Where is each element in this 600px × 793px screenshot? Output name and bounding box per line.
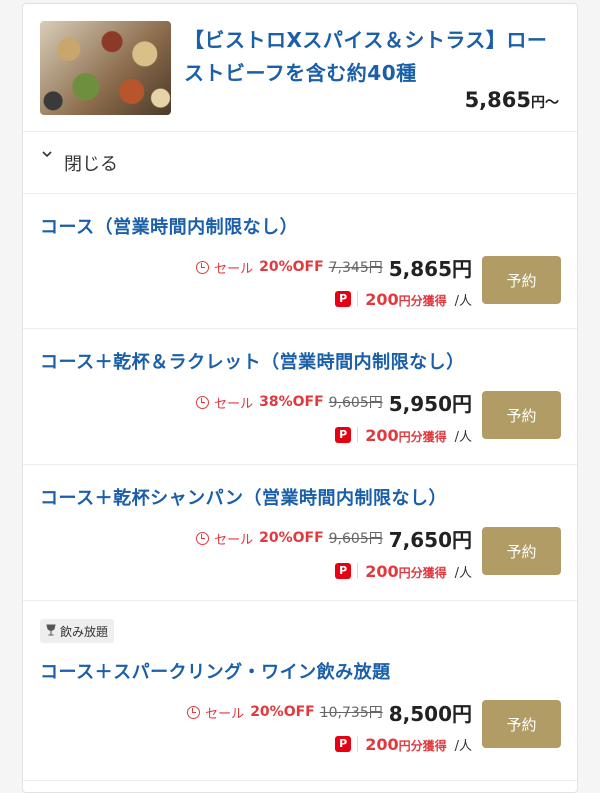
course-name[interactable]: コース＋乾杯＆ラクレット（営業時間内制限なし） xyxy=(40,348,465,374)
original-price: 7,345円 xyxy=(328,260,383,276)
price-line: セール 20%OFF 10,735円 8,500円 xyxy=(187,700,472,726)
points-reward: 200円分獲得 xyxy=(365,426,446,445)
points-unit: 円分獲得 xyxy=(398,429,447,444)
collapse-toggle[interactable]: 閉じる xyxy=(23,132,577,194)
paypay-icon: P xyxy=(335,563,352,579)
points-line: P 200円分獲得 /人 xyxy=(335,733,472,755)
chevron-down-icon xyxy=(41,148,53,164)
points-unit: 円分獲得 xyxy=(398,738,447,753)
per-person: /人 xyxy=(454,738,472,754)
course-name[interactable]: コース＋乾杯シャンパン（営業時間内制限なし） xyxy=(40,484,447,510)
divider xyxy=(357,427,359,443)
course-item: 飲み放題 コース＋スパークリング・ワイン飲み放題 セール 20%OFF 10,7… xyxy=(23,601,577,781)
original-price: 10,735円 xyxy=(319,705,383,721)
price-line: セール 38%OFF 9,605円 5,950円 xyxy=(196,390,472,416)
sale-label: セール xyxy=(214,396,254,412)
course-item: コース（営業時間内制限なし） セール 20%OFF 7,345円 5,865円 … xyxy=(23,194,577,329)
reserve-button[interactable]: 予約 xyxy=(482,256,561,304)
course-name[interactable]: コース（営業時間内制限なし） xyxy=(40,213,298,239)
divider xyxy=(357,736,359,752)
paypay-icon: P xyxy=(335,427,352,443)
clock-icon xyxy=(196,395,210,409)
sale-label: セール xyxy=(214,261,254,277)
discount-badge: 38%OFF xyxy=(259,394,324,410)
collapse-label: 閉じる xyxy=(64,154,118,175)
plan-price-suffix: 円〜 xyxy=(531,95,559,111)
points-value: 200 xyxy=(365,289,399,309)
discount-badge: 20%OFF xyxy=(250,704,315,720)
paypay-icon: P xyxy=(335,291,352,307)
original-price: 9,605円 xyxy=(328,395,383,411)
paypay-icon: P xyxy=(335,736,352,752)
sale-price: 5,865円 xyxy=(388,256,472,281)
points-value: 200 xyxy=(365,561,399,581)
wine-glass-icon xyxy=(46,624,56,639)
course-item: コース＋乾杯シャンパン（営業時間内制限なし） セール 20%OFF 9,605円… xyxy=(23,465,577,601)
sale-price: 8,500円 xyxy=(388,701,472,726)
points-reward: 200円分獲得 xyxy=(365,562,446,581)
price-line: セール 20%OFF 7,345円 5,865円 xyxy=(196,255,472,281)
points-line: P 200円分獲得 /人 xyxy=(335,288,472,310)
plan-card: 【ビストロXスパイス＆シトラス】ローストビーフを含む約40種 5,865円〜 閉… xyxy=(22,3,578,793)
points-value: 200 xyxy=(365,425,399,445)
clock-icon xyxy=(196,531,210,545)
points-line: P 200円分獲得 /人 xyxy=(335,424,472,446)
clock-icon xyxy=(196,260,210,274)
all-you-can-drink-tag: 飲み放題 xyxy=(40,619,115,643)
sale-price: 5,950円 xyxy=(388,391,472,416)
plan-price-value: 5,865 xyxy=(464,88,531,112)
points-line: P 200円分獲得 /人 xyxy=(335,560,472,582)
course-item: コース＋乾杯＆ラクレット（営業時間内制限なし） セール 38%OFF 9,605… xyxy=(23,329,577,465)
reserve-button[interactable]: 予約 xyxy=(482,527,561,575)
plan-price: 5,865円〜 xyxy=(465,88,559,112)
per-person: /人 xyxy=(454,293,472,309)
original-price: 9,605円 xyxy=(328,531,383,547)
points-unit: 円分獲得 xyxy=(398,293,447,308)
discount-badge: 20%OFF xyxy=(259,259,324,275)
reserve-button[interactable]: 予約 xyxy=(482,700,561,748)
sale-label: セール xyxy=(214,532,254,548)
per-person: /人 xyxy=(454,565,472,581)
plan-thumbnail[interactable] xyxy=(40,21,171,115)
sale-label: セール xyxy=(205,706,245,722)
per-person: /人 xyxy=(454,429,472,445)
price-line: セール 20%OFF 9,605円 7,650円 xyxy=(196,526,472,552)
reserve-button[interactable]: 予約 xyxy=(482,391,561,439)
divider xyxy=(357,563,359,579)
clock-icon xyxy=(187,705,201,719)
plan-header[interactable]: 【ビストロXスパイス＆シトラス】ローストビーフを含む約40種 5,865円〜 xyxy=(23,4,577,132)
plan-title[interactable]: 【ビストロXスパイス＆シトラス】ローストビーフを含む約40種 xyxy=(184,24,564,90)
sale-price: 7,650円 xyxy=(388,527,472,552)
tag-label: 飲み放題 xyxy=(60,624,109,639)
points-unit: 円分獲得 xyxy=(398,565,447,580)
course-name[interactable]: コース＋スパークリング・ワイン飲み放題 xyxy=(40,658,391,684)
divider xyxy=(357,291,359,307)
points-reward: 200円分獲得 xyxy=(365,290,446,309)
discount-badge: 20%OFF xyxy=(259,530,324,546)
points-reward: 200円分獲得 xyxy=(365,735,446,754)
points-value: 200 xyxy=(365,734,399,754)
